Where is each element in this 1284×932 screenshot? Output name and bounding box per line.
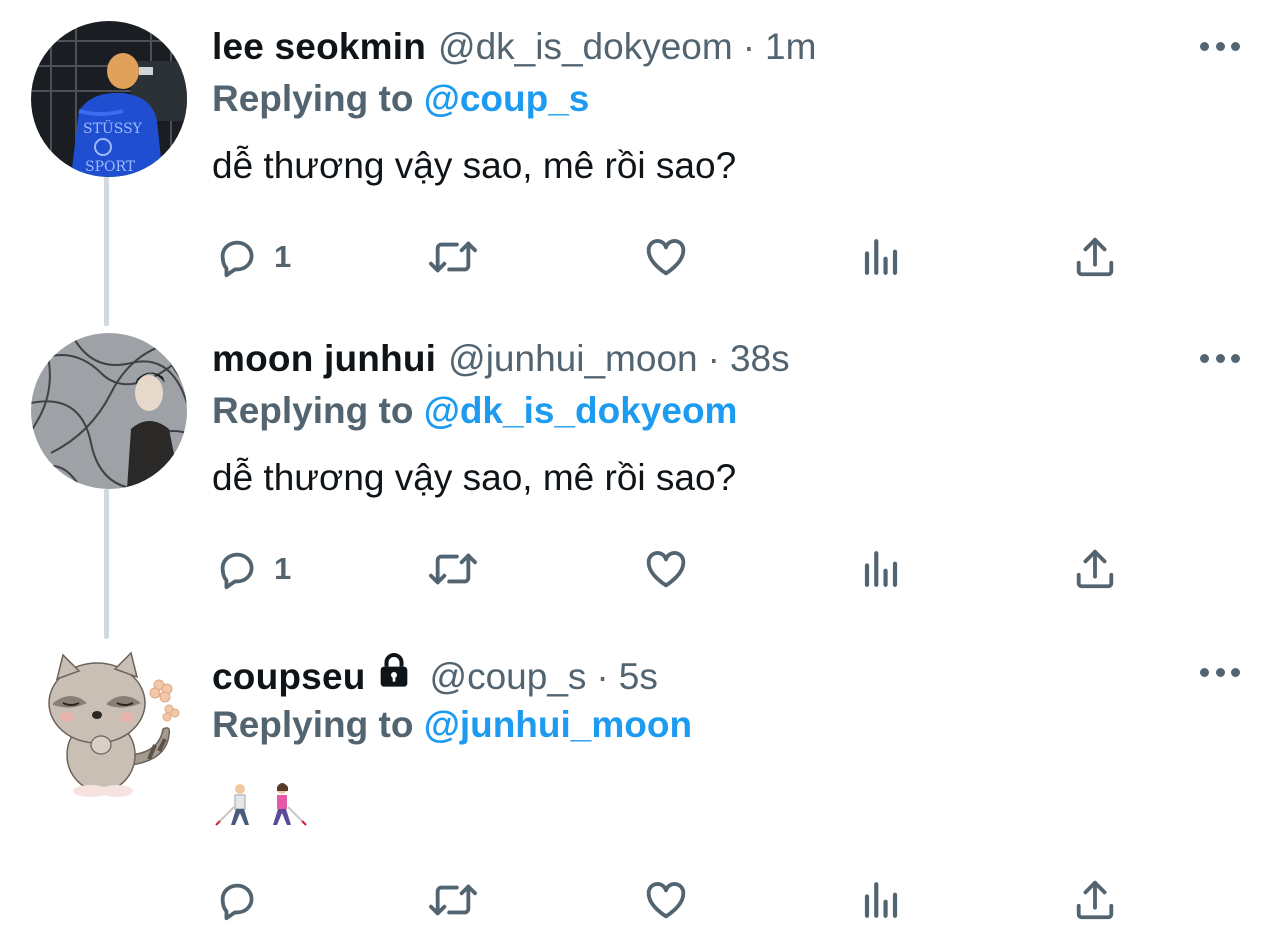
avatar[interactable] (31, 645, 187, 801)
separator-dot: · (742, 26, 756, 67)
reply-icon (220, 883, 254, 921)
analytics-button[interactable] (860, 539, 902, 599)
woman-with-white-cane-emoji (273, 783, 307, 826)
timestamp[interactable]: 5s (619, 651, 658, 703)
like-button[interactable] (642, 870, 690, 930)
like-button[interactable] (642, 227, 690, 287)
analytics-icon (864, 882, 898, 918)
more-icon[interactable] (1200, 343, 1240, 373)
retweet-icon (429, 241, 477, 273)
retweet-icon (429, 884, 477, 916)
analytics-icon (864, 239, 898, 275)
more-icon[interactable] (1200, 657, 1240, 687)
action-bar (0, 870, 1284, 930)
avatar[interactable] (31, 333, 187, 489)
avatar[interactable]: STÜSSY SPORT (31, 21, 187, 177)
like-icon (646, 239, 686, 276)
retweet-icon (429, 553, 477, 585)
share-button[interactable] (1072, 227, 1118, 287)
tweet-text: dễ thương vậy sao, mê rồi sao? (212, 145, 737, 186)
replying-to-mention[interactable]: @junhui_moon (424, 704, 692, 745)
reply-button[interactable]: 1 (214, 539, 291, 599)
reply-count: 1 (274, 239, 292, 274)
replying-to-label: Replying to (212, 78, 414, 119)
tweet-header: moon junhui @junhui_moon · 38s (212, 333, 790, 385)
username-handle[interactable]: @coup_s (430, 651, 587, 703)
share-icon (1076, 880, 1114, 920)
tweet[interactable]: moon junhui @junhui_moon · 38s Replying … (0, 333, 1284, 623)
replying-to-label: Replying to (212, 390, 414, 431)
reply-count: 1 (274, 551, 292, 586)
retweet-button[interactable] (426, 227, 480, 287)
reply-icon (220, 552, 254, 590)
svg-text:SPORT: SPORT (85, 159, 136, 175)
display-name[interactable]: moon junhui (212, 333, 436, 385)
tweet-header: coupseu @coup_s · 5s (212, 651, 658, 703)
analytics-button[interactable] (860, 870, 902, 930)
svg-text:STÜSSY: STÜSSY (83, 119, 143, 137)
action-bar: 1 (0, 227, 1284, 287)
tweet-text (212, 781, 310, 831)
replying-to: Replying to @coup_s (212, 73, 589, 125)
replying-to-label: Replying to (212, 704, 414, 745)
reply-icon (220, 240, 254, 278)
like-button[interactable] (642, 539, 690, 599)
timestamp[interactable]: 38s (730, 333, 790, 385)
like-icon (646, 882, 686, 919)
tweet-text: dễ thương vậy sao, mê rồi sao? (212, 457, 737, 498)
separator-dot: · (596, 656, 609, 697)
timestamp[interactable]: 1m (765, 21, 816, 73)
retweet-button[interactable] (426, 870, 480, 930)
username-handle[interactable]: @junhui_moon (448, 333, 697, 385)
display-name[interactable]: lee seokmin (212, 21, 426, 73)
analytics-icon (864, 551, 898, 587)
tweet[interactable]: STÜSSY SPORT lee seokmin @dk_is_dokyeom … (0, 21, 1284, 311)
display-name[interactable]: coupseu (212, 651, 366, 703)
replying-to-mention[interactable]: @dk_is_dokyeom (424, 390, 738, 431)
reply-button[interactable] (214, 870, 274, 930)
share-icon (1076, 549, 1114, 589)
reply-button[interactable]: 1 (214, 227, 291, 287)
share-button[interactable] (1072, 870, 1118, 930)
like-icon (646, 551, 686, 588)
share-button[interactable] (1072, 539, 1118, 599)
share-icon (1076, 237, 1114, 277)
retweet-button[interactable] (426, 539, 480, 599)
tweet[interactable]: coupseu @coup_s · 5s Replying to @junhui… (0, 645, 1284, 932)
action-bar: 1 (0, 539, 1284, 599)
replying-to-mention[interactable]: @coup_s (424, 78, 590, 119)
person-with-white-cane-emoji (215, 784, 249, 826)
lock-icon (374, 650, 414, 704)
analytics-button[interactable] (860, 227, 902, 287)
tweet-header: lee seokmin @dk_is_dokyeom · 1m (212, 21, 816, 73)
replying-to: Replying to @dk_is_dokyeom (212, 385, 737, 437)
username-handle[interactable]: @dk_is_dokyeom (438, 21, 733, 73)
separator-dot: · (707, 338, 720, 379)
more-icon[interactable] (1200, 31, 1240, 61)
replying-to: Replying to @junhui_moon (212, 699, 692, 751)
